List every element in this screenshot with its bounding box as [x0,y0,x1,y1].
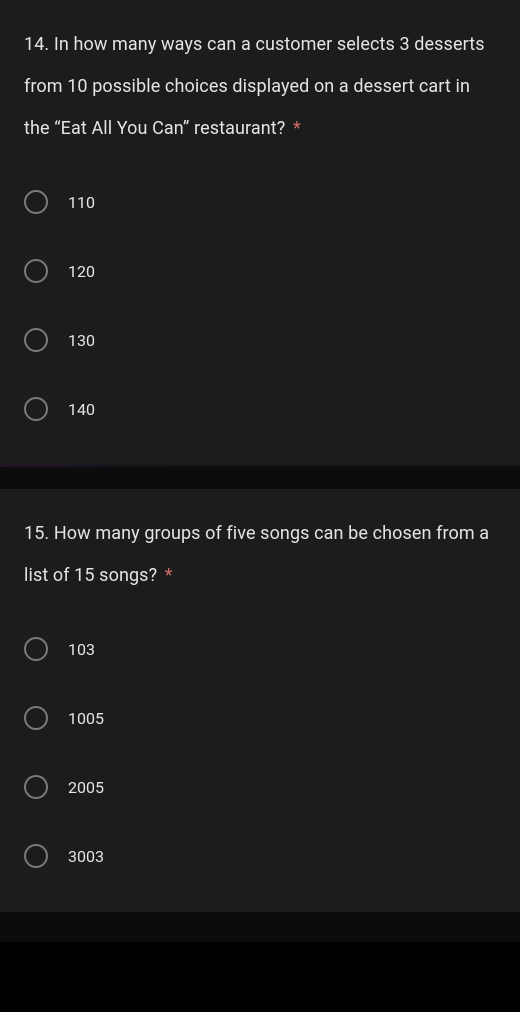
option-label: 2005 [68,778,104,797]
question-number: 14. [24,34,49,55]
radio-icon[interactable] [24,844,48,868]
option-label: 110 [68,193,95,212]
option-row[interactable]: 110 [24,184,496,220]
option-label: 103 [68,640,95,659]
option-row[interactable]: 140 [24,391,496,427]
radio-icon[interactable] [24,706,48,730]
option-row[interactable]: 130 [24,322,496,358]
option-label: 1005 [68,709,104,728]
bottom-spacer [0,912,520,942]
required-asterisk: * [165,565,173,586]
option-label: 130 [68,331,95,350]
question-body: In how many ways can a customer selects … [24,34,485,139]
question-card-14: 14. In how many ways can a customer sele… [0,0,520,465]
option-row[interactable]: 3003 [24,838,496,874]
question-text: 14. In how many ways can a customer sele… [24,24,496,150]
option-row[interactable]: 103 [24,631,496,667]
radio-icon[interactable] [24,637,48,661]
option-row[interactable]: 1005 [24,700,496,736]
option-row[interactable]: 2005 [24,769,496,805]
required-asterisk: * [293,118,301,139]
options-group: 110 120 130 140 [24,184,496,427]
question-number: 15. [24,523,49,544]
radio-icon[interactable] [24,259,48,283]
radio-icon[interactable] [24,775,48,799]
option-label: 140 [68,400,95,419]
question-body: How many groups of five songs can be cho… [24,523,489,586]
radio-icon[interactable] [24,328,48,352]
question-card-15: 15. How many groups of five songs can be… [0,489,520,912]
radio-icon[interactable] [24,397,48,421]
radio-icon[interactable] [24,190,48,214]
option-label: 3003 [68,847,104,866]
option-label: 120 [68,262,95,281]
options-group: 103 1005 2005 3003 [24,631,496,874]
option-row[interactable]: 120 [24,253,496,289]
card-divider [0,465,520,489]
question-text: 15. How many groups of five songs can be… [24,513,496,597]
